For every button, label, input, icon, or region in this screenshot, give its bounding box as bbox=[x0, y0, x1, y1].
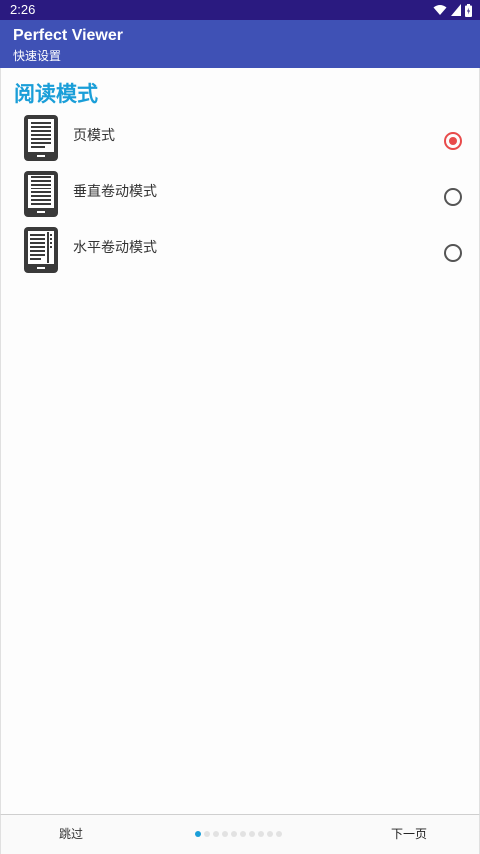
page-dot bbox=[231, 831, 237, 837]
status-icons bbox=[433, 3, 472, 17]
option-label: 水平卷动模式 bbox=[73, 240, 157, 256]
signal-icon bbox=[451, 4, 461, 16]
page-dot bbox=[240, 831, 246, 837]
status-bar: 2:26 bbox=[0, 0, 480, 20]
page-dot bbox=[267, 831, 273, 837]
skip-button[interactable]: 跳过 bbox=[41, 825, 101, 842]
radio-vertical-scroll-mode[interactable] bbox=[444, 188, 462, 206]
page-dot bbox=[276, 831, 282, 837]
page-dot bbox=[249, 831, 255, 837]
content-area: 阅读模式 页模式 垂直卷动模式 水平卷动模式 bbox=[0, 68, 480, 814]
app-bar: Perfect Viewer 快速设置 bbox=[0, 20, 480, 68]
page-indicator bbox=[195, 831, 282, 837]
option-label: 垂直卷动模式 bbox=[73, 184, 157, 200]
vertical-scroll-icon bbox=[24, 171, 58, 217]
section-title: 阅读模式 bbox=[14, 82, 98, 106]
battery-icon bbox=[465, 3, 472, 17]
radio-page-mode[interactable] bbox=[444, 132, 462, 150]
page-dot bbox=[222, 831, 228, 837]
option-label: 页模式 bbox=[73, 128, 115, 144]
next-button[interactable]: 下一页 bbox=[379, 825, 439, 842]
radio-horizontal-scroll-mode[interactable] bbox=[444, 244, 462, 262]
bottom-bar: 跳过 下一页 bbox=[0, 814, 480, 854]
page-dot bbox=[258, 831, 264, 837]
horizontal-scroll-icon bbox=[24, 227, 58, 273]
option-horizontal-scroll-mode[interactable]: 水平卷动模式 bbox=[1, 226, 479, 278]
status-time: 2:26 bbox=[10, 2, 36, 17]
wifi-icon bbox=[433, 5, 447, 15]
app-title: Perfect Viewer bbox=[13, 27, 123, 44]
page-dot bbox=[204, 831, 210, 837]
page-mode-icon bbox=[24, 115, 58, 161]
page-dot bbox=[213, 831, 219, 837]
option-page-mode[interactable]: 页模式 bbox=[1, 114, 479, 166]
option-vertical-scroll-mode[interactable]: 垂直卷动模式 bbox=[1, 170, 479, 222]
page-dot bbox=[195, 831, 201, 837]
app-subtitle: 快速设置 bbox=[13, 49, 62, 63]
